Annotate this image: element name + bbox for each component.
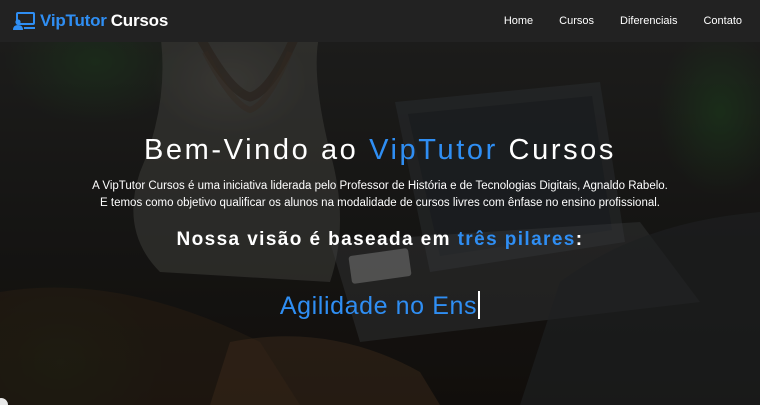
- hero-description-line-1: A VipTutor Cursos é uma iniciativa lider…: [92, 180, 668, 192]
- hero-title-start: Bem-Vindo ao: [143, 134, 370, 166]
- nav-link-home[interactable]: Home: [504, 15, 533, 27]
- nav-link-cursos[interactable]: Cursos: [559, 15, 594, 27]
- typing-text-value: Agilidade no Ens: [279, 292, 478, 320]
- vision-heading-start: Nossa visão é baseada em: [176, 229, 458, 250]
- vision-heading: Nossa visão é baseada em três pilares:: [0, 229, 760, 251]
- hero-title: Bem-Vindo ao VipTutor Cursos: [0, 134, 760, 167]
- nav-links: Home Cursos Diferenciais Contato: [478, 15, 742, 27]
- brand-name-rest: Cursos: [110, 11, 169, 30]
- navbar: VipTutor Cursos Home Cursos Diferenciais…: [0, 0, 760, 42]
- nav-link-diferenciais[interactable]: Diferenciais: [620, 15, 677, 27]
- hero-description-line-2: E temos como objetivo qualificar os alun…: [100, 197, 660, 209]
- vision-heading-end: :: [575, 229, 584, 250]
- hero-title-accent: VipTutor: [369, 134, 498, 166]
- brand-name-accent: VipTutor: [40, 11, 107, 30]
- hero-section: Bem-Vindo ao VipTutor Cursos A VipTutor …: [0, 42, 760, 405]
- typing-text: Agilidade no Ens: [0, 291, 760, 321]
- nav-link-contato[interactable]: Contato: [703, 15, 742, 27]
- hero-title-end: Cursos: [497, 134, 617, 166]
- vision-heading-accent: três pilares: [457, 229, 576, 250]
- typing-cursor: [478, 291, 481, 320]
- hero-content: Bem-Vindo ao VipTutor Cursos A VipTutor …: [0, 42, 760, 405]
- laptop-users-icon: [13, 12, 35, 30]
- page: VipTutor Cursos Home Cursos Diferenciais…: [0, 0, 760, 405]
- brand-logo-link[interactable]: VipTutor Cursos: [12, 11, 168, 31]
